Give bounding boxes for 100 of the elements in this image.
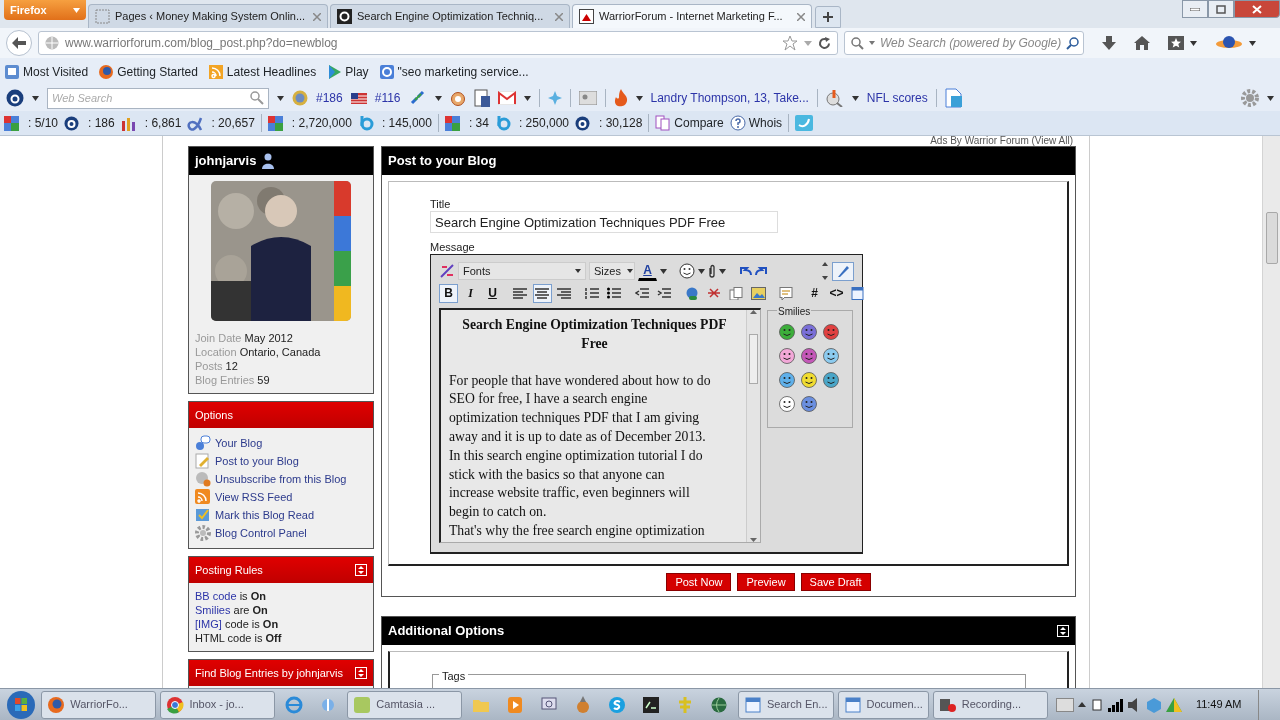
align-center-button[interactable] <box>533 283 552 303</box>
option-link[interactable]: Unsubscribe from this Blog <box>195 470 367 488</box>
caret-icon[interactable] <box>851 95 859 101</box>
taskbar-button[interactable]: Documen... <box>837 690 929 719</box>
smiley-icon[interactable] <box>778 323 796 341</box>
option-link[interactable]: Mark this Blog Read <box>195 506 367 524</box>
signal-icon[interactable] <box>1107 697 1124 712</box>
browser-tab[interactable]: Search Engine Optimization Techniq... <box>330 4 570 28</box>
resize-icon[interactable] <box>821 262 829 280</box>
wand-icon[interactable] <box>439 263 455 279</box>
bookmark-link[interactable]: Latest Headlines <box>207 62 317 81</box>
caret-icon[interactable] <box>1190 40 1197 46</box>
smiley-icon[interactable] <box>800 323 818 341</box>
taskbar-button[interactable]: Search En... <box>737 690 834 719</box>
play-icon[interactable] <box>506 695 525 714</box>
search-icon[interactable] <box>1066 36 1080 50</box>
smiley-icon[interactable] <box>822 323 840 341</box>
sphere-icon[interactable] <box>710 695 728 714</box>
smiley-icon[interactable] <box>800 347 818 365</box>
planet-icon[interactable] <box>1215 35 1243 51</box>
caret-icon[interactable] <box>1249 40 1256 46</box>
close-icon[interactable] <box>797 12 805 21</box>
maximize-button[interactable] <box>1208 0 1234 18</box>
terminal-icon[interactable] <box>642 695 661 714</box>
news-link[interactable]: Landry Thompson, 13, Take... <box>650 89 809 107</box>
scroll-thumb[interactable] <box>1265 212 1278 264</box>
taskbar-button[interactable]: WarriorFo... <box>41 690 157 719</box>
circle-logo-icon[interactable] <box>6 89 24 107</box>
taskbar-button[interactable]: Inbox - jo... <box>160 690 276 719</box>
document-icon[interactable] <box>473 89 490 107</box>
close-icon[interactable] <box>313 12 321 21</box>
caret-icon[interactable] <box>523 95 531 101</box>
format-button[interactable]: # <box>805 283 824 303</box>
bookmark-link[interactable]: Getting Started <box>98 62 198 81</box>
bookmark-link[interactable]: Play <box>326 62 369 81</box>
browser-tab[interactable]: WarriorForum - Internet Marketing F... <box>572 4 812 28</box>
refresh-icon[interactable] <box>818 36 831 50</box>
option-link[interactable]: Your Blog <box>195 434 367 452</box>
whois-link[interactable]: Whois <box>729 114 783 132</box>
caret-icon[interactable] <box>1267 95 1274 101</box>
submit-button[interactable]: Preview <box>737 573 795 591</box>
mail-icon[interactable] <box>497 91 516 105</box>
search-icon[interactable] <box>250 91 264 105</box>
submit-button[interactable]: Post Now <box>666 573 732 591</box>
star-icon[interactable] <box>782 35 798 51</box>
collapse-icon[interactable] <box>1057 625 1069 637</box>
caret-icon[interactable] <box>719 268 726 274</box>
id-card-icon[interactable] <box>578 91 597 105</box>
caret-icon[interactable] <box>434 95 442 101</box>
option-link[interactable]: Blog Control Panel <box>195 524 367 542</box>
option-link[interactable]: View RSS Feed <box>195 488 367 506</box>
home-icon[interactable] <box>1134 36 1150 50</box>
title-field[interactable]: Search Engine Optimization Techniques PDF Free <box>430 211 778 233</box>
start-button[interactable] <box>4 689 38 720</box>
smiley-icon[interactable] <box>800 395 818 413</box>
underline-button[interactable]: U <box>483 283 502 303</box>
format-button[interactable]: <> <box>827 283 846 303</box>
smiley-icon[interactable] <box>679 263 695 279</box>
new-tab-button[interactable] <box>815 6 841 28</box>
option-link[interactable]: Post to your Blog <box>195 452 367 470</box>
minimize-button[interactable] <box>1182 0 1208 18</box>
s-logo-icon[interactable] <box>608 695 627 714</box>
document-icon[interactable] <box>944 88 963 108</box>
undo-icon[interactable] <box>738 266 752 276</box>
mode-toggle-button[interactable] <box>832 261 854 281</box>
paperclip-icon[interactable] <box>708 264 716 278</box>
bookmarks-icon[interactable] <box>1168 36 1184 50</box>
smiley-icon[interactable] <box>778 371 796 389</box>
smiley-icon[interactable] <box>822 371 840 389</box>
browser-tab[interactable]: Pages ‹ Money Making System Onlin... <box>88 4 328 28</box>
close-icon[interactable] <box>555 12 563 21</box>
taskbar-button[interactable]: Recording... <box>932 690 1048 719</box>
back-button[interactable] <box>6 30 32 56</box>
bookmark-link[interactable]: Most Visited <box>4 62 89 81</box>
compare-link[interactable]: Compare <box>655 114 724 132</box>
target-icon[interactable] <box>449 90 466 106</box>
size-select[interactable]: Sizes <box>589 262 635 280</box>
smiley-icon[interactable] <box>778 347 796 365</box>
text-color-button[interactable]: A <box>638 261 657 281</box>
square-logo-icon[interactable] <box>444 115 463 131</box>
search-field[interactable]: Web Search (powered by Google) <box>844 31 1084 55</box>
square-logo-icon[interactable] <box>267 115 286 131</box>
square-logo-icon[interactable] <box>4 115 22 131</box>
bookmark-link[interactable]: "seo marketing service... <box>378 62 529 81</box>
caret-icon[interactable] <box>277 95 284 101</box>
scores-link[interactable]: NFL scores <box>866 89 928 107</box>
font-select[interactable]: Fonts <box>458 262 586 280</box>
caret-icon[interactable] <box>635 95 643 101</box>
bold-button[interactable]: B <box>439 283 458 303</box>
caret-icon[interactable] <box>660 268 667 274</box>
caret-icon[interactable] <box>698 268 705 274</box>
flame-icon[interactable] <box>613 89 628 107</box>
address-field[interactable]: www.warriorforum.com/blog_post.php?do=newblog <box>38 31 838 55</box>
smiley-icon[interactable] <box>778 395 796 413</box>
smiley-icon[interactable] <box>800 371 818 389</box>
submit-button[interactable]: Save Draft <box>800 573 871 591</box>
caret-icon[interactable] <box>32 95 39 101</box>
taskbar-button[interactable]: Camtasia ... <box>347 690 463 719</box>
smiley-icon[interactable] <box>822 347 840 365</box>
italic-button[interactable]: I <box>461 283 480 303</box>
